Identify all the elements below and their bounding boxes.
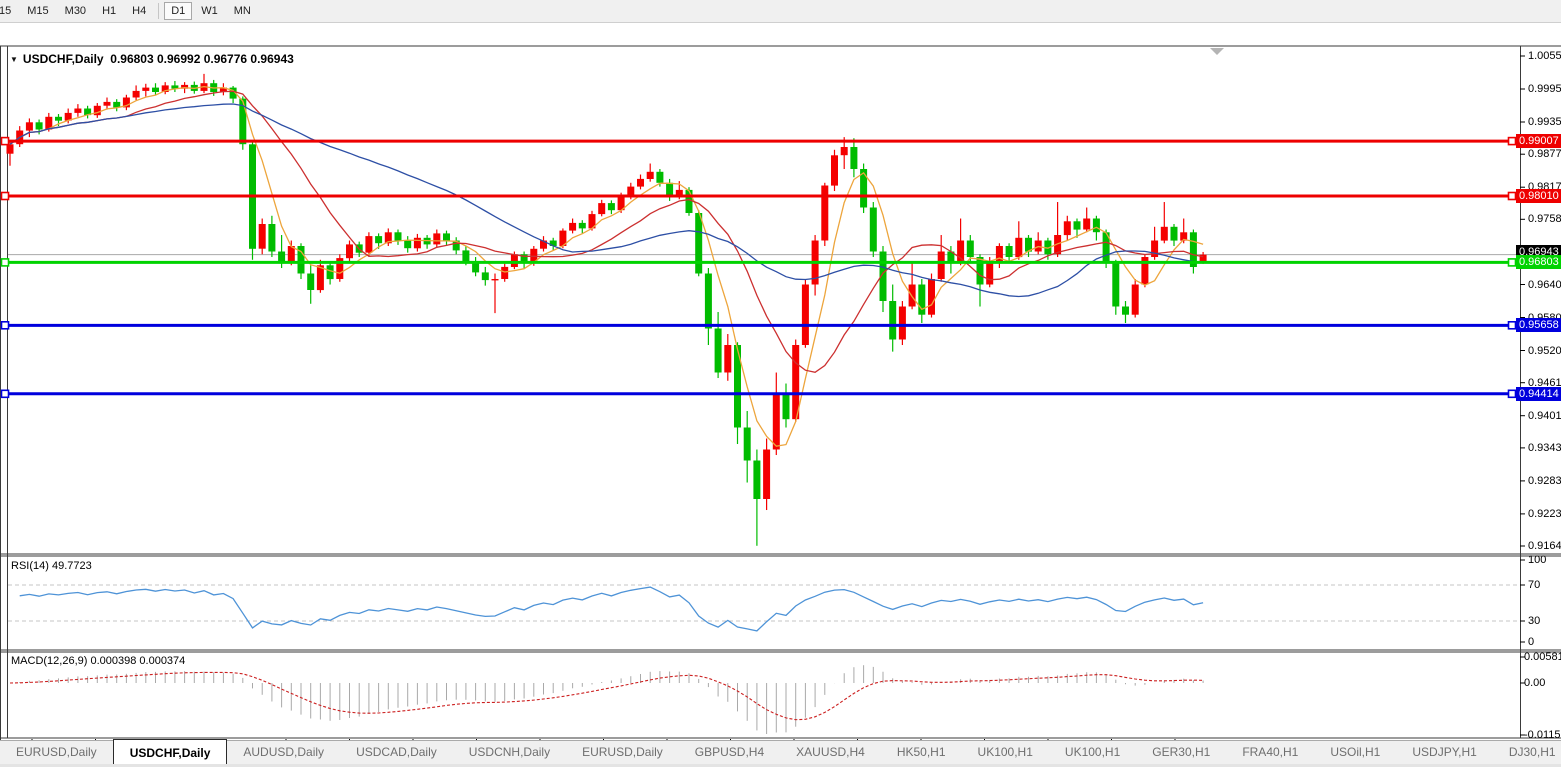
scroll-to-end-icon	[1210, 48, 1224, 55]
tab-usdjpy-h1[interactable]: USDJPY,H1	[1396, 741, 1492, 765]
timeframe-m15-button[interactable]: M15	[20, 2, 55, 20]
tab-gbpusd-h4[interactable]: GBPUSD,H4	[679, 741, 780, 765]
timeframe-m30-button[interactable]: M30	[58, 2, 93, 20]
tab-fra40-h1[interactable]: FRA40,H1	[1226, 741, 1314, 765]
tab-uk100-h1[interactable]: UK100,H1	[1049, 741, 1136, 765]
tab-eurusd-daily[interactable]: EURUSD,Daily	[566, 741, 679, 765]
tab-xauusd-h4[interactable]: XAUUSD,H4	[780, 741, 881, 765]
chart-window[interactable]: 1.005550.999550.993550.987700.981700.975…	[0, 23, 1561, 767]
tab-dj30-h1[interactable]: DJ30,H1	[1493, 741, 1561, 765]
timeframe-mn-button[interactable]: MN	[227, 2, 258, 20]
timeframe-w1-button[interactable]: W1	[194, 2, 225, 20]
timeframe-15-button[interactable]: 15	[0, 2, 18, 20]
tab-audusd-daily[interactable]: AUDUSD,Daily	[227, 741, 340, 765]
chart-ohlc-values: 0.96803 0.96992 0.96776 0.96943	[110, 52, 294, 66]
toolbar-separator	[158, 3, 159, 19]
chart-tab-bar: EURUSD,DailyUSDCHF,DailyAUDUSD,DailyUSDC…	[0, 740, 1561, 765]
timeframe-toolbar: 15M15M30H1H4 D1W1MN	[0, 0, 1561, 23]
mt4-window: 15M15M30H1H4 D1W1MN 1.005550.999550.99355…	[0, 0, 1561, 767]
timeframe-h4-button[interactable]: H4	[125, 2, 153, 20]
tab-usoil-h1[interactable]: USOil,H1	[1314, 741, 1396, 765]
rsi-indicator-label: RSI(14) 49.7723	[11, 560, 92, 572]
tab-usdcad-daily[interactable]: USDCAD,Daily	[340, 741, 453, 765]
tab-usdchf-daily[interactable]: USDCHF,Daily	[113, 739, 228, 765]
tab-hk50-h1[interactable]: HK50,H1	[881, 741, 962, 765]
timeframe-h1-button[interactable]: H1	[95, 2, 123, 20]
macd-indicator-label: MACD(12,26,9) 0.000398 0.000374	[11, 655, 185, 667]
tab-eurusd-daily[interactable]: EURUSD,Daily	[0, 741, 113, 765]
tab-ger30-h1[interactable]: GER30,H1	[1136, 741, 1226, 765]
tab-usdcnh-daily[interactable]: USDCNH,Daily	[453, 741, 566, 765]
chart-dropdown-icon[interactable]: ▼	[10, 55, 18, 64]
timeframe-d1-button[interactable]: D1	[164, 2, 192, 20]
chart-canvas[interactable]	[0, 23, 1561, 767]
chart-symbol-period: USDCHF,Daily	[23, 52, 104, 66]
tab-uk100-h1[interactable]: UK100,H1	[962, 741, 1049, 765]
chart-title: ▼ USDCHF,Daily 0.96803 0.96992 0.96776 0.…	[10, 52, 294, 66]
